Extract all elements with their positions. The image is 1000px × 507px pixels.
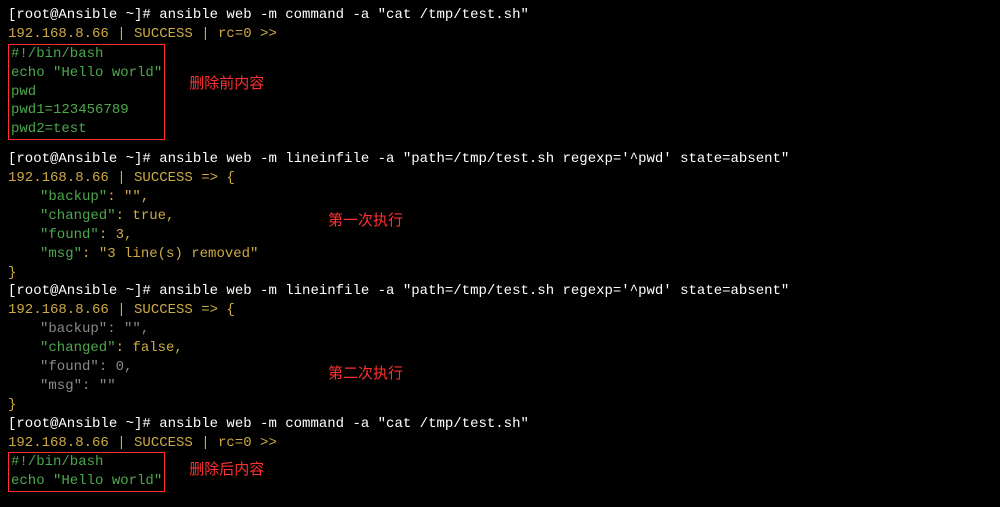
json-row: "found": 0, (8, 358, 992, 377)
terminal-output: [root@Ansible ~]# ansible web -m command… (8, 6, 992, 492)
json-row: "msg": "" (8, 377, 992, 396)
success-header: 192.168.8.66 | SUCCESS | rc=0 >> (8, 434, 992, 453)
json-close: } (8, 264, 992, 283)
command-line: [root@Ansible ~]# ansible web -m lineinf… (8, 282, 992, 301)
after-content-box: #!/bin/bash echo "Hello world" (8, 452, 165, 492)
annotation-second-run: 第二次执行 (328, 364, 403, 384)
json-row: "backup": "", (8, 320, 992, 339)
success-header: 192.168.8.66 | SUCCESS => { (8, 169, 992, 188)
file-line: #!/bin/bash (11, 453, 162, 472)
json-close: } (8, 396, 992, 415)
success-header: 192.168.8.66 | SUCCESS => { (8, 301, 992, 320)
command-line: [root@Ansible ~]# ansible web -m command… (8, 415, 992, 434)
annotation-first-run: 第一次执行 (328, 211, 403, 231)
file-line: echo "Hello world" (11, 472, 162, 491)
json-row: "changed": true, (8, 207, 992, 226)
success-header: 192.168.8.66 | SUCCESS | rc=0 >> (8, 25, 992, 44)
json-row: "msg": "3 line(s) removed" (8, 245, 992, 264)
json-row: "backup": "", (8, 188, 992, 207)
file-line: #!/bin/bash (11, 45, 162, 64)
file-line: echo "Hello world" (11, 64, 162, 83)
command-line: [root@Ansible ~]# ansible web -m lineinf… (8, 150, 992, 169)
annotation-before: 删除前内容 (189, 74, 264, 94)
annotation-after: 删除后内容 (189, 460, 264, 480)
before-content-box: #!/bin/bash echo "Hello world" pwd pwd1=… (8, 44, 165, 140)
json-row: "changed": false, (8, 339, 992, 358)
json-row: "found": 3, (8, 226, 992, 245)
file-line: pwd2=test (11, 120, 162, 139)
file-line: pwd1=123456789 (11, 101, 162, 120)
command-line: [root@Ansible ~]# ansible web -m command… (8, 6, 992, 25)
file-line: pwd (11, 83, 162, 102)
